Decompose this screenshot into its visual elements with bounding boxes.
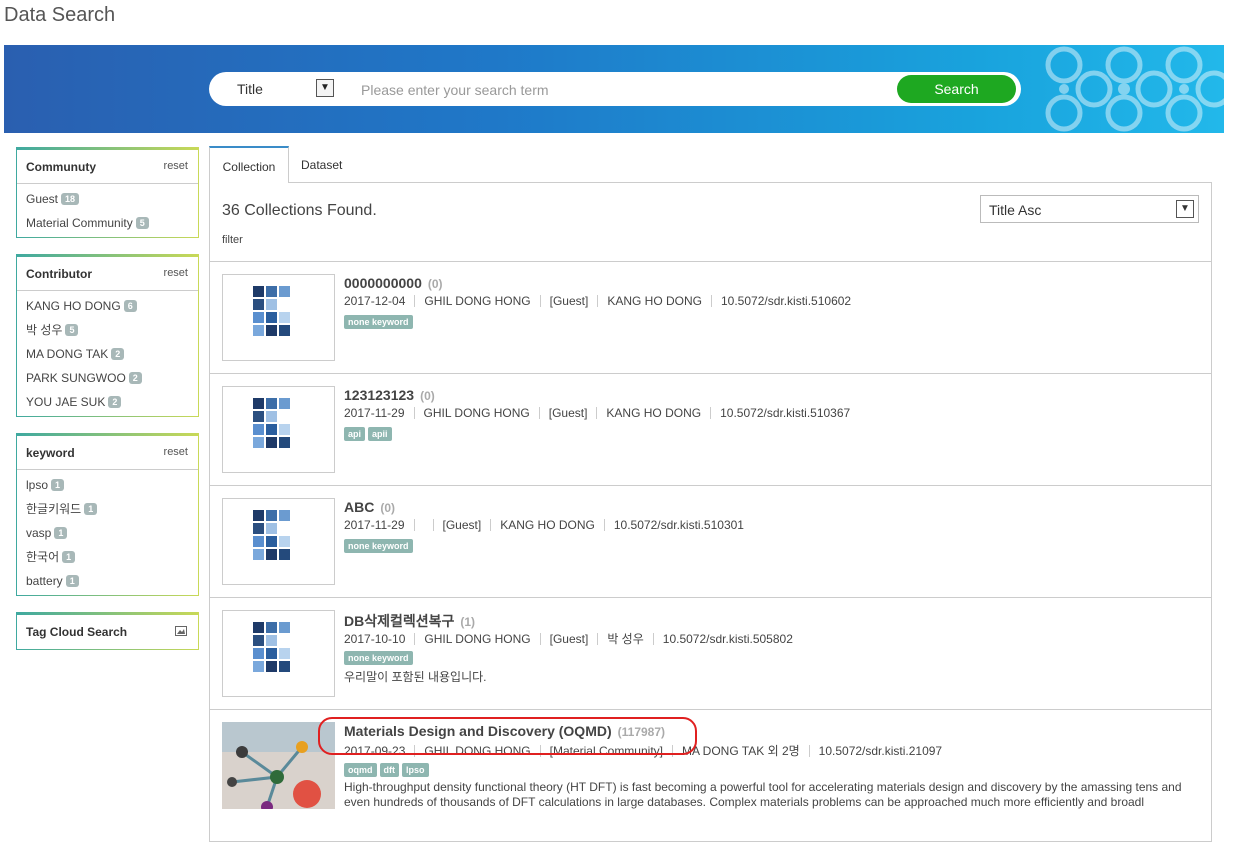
facet-community: Communuty reset Guest 18 Material Communit… <box>16 147 199 238</box>
keyword-tag[interactable]: none keyword <box>344 315 413 329</box>
result-meta: 2017-11-29 GHIL DONG HONG [Guest] KANG HO D… <box>344 406 851 420</box>
result-description: High-throughput density functional theor… <box>344 780 1182 809</box>
decorative-pattern-icon <box>1045 46 1224 132</box>
collection-thumbnail[interactable] <box>222 386 335 473</box>
keyword-tag[interactable]: oqmd <box>344 763 377 777</box>
count-badge: 1 <box>84 503 98 515</box>
facet-title: Contributor <box>26 267 92 281</box>
list-item: DB삭제컬렉션복구 (1) 2017-10-10 GHIL DONG HONG [Gu… <box>210 597 1211 710</box>
search-bar: Title ▼ Search <box>209 72 1021 106</box>
facet-tag-cloud[interactable]: Tag Cloud Search <box>16 612 199 650</box>
result-title[interactable]: Materials Design and Discovery (OQMD) (11… <box>344 723 665 739</box>
results-panel: 36 Collections Found. filter Title Asc ▼… <box>209 182 1212 842</box>
tab-collection[interactable]: Collection <box>209 146 289 183</box>
keyword-tag[interactable]: dft <box>379 763 399 777</box>
facet-item[interactable]: MA DONG TAK 2 <box>17 342 198 366</box>
keyword-tag[interactable]: none keyword <box>344 539 413 553</box>
count-badge: 1 <box>65 575 79 587</box>
list-item: Materials Design and Discovery (OQMD) (11… <box>210 709 1211 822</box>
result-title[interactable]: DB삭제컬렉션복구 (1) <box>344 611 475 631</box>
list-item: 0000000000 (0) 2017-12-04 GHIL DONG HONG [G… <box>210 261 1211 374</box>
view-count: (1) <box>460 615 476 629</box>
facet-item[interactable]: YOU JAE SUK 2 <box>17 390 198 414</box>
facet-item[interactable]: Guest 18 <box>17 187 198 211</box>
view-count: (0) <box>427 277 443 291</box>
molecule-photo-icon <box>222 722 335 809</box>
keyword-tag[interactable]: apii <box>368 427 392 441</box>
tag-list: none keyword <box>344 312 416 330</box>
collection-thumbnail[interactable] <box>222 274 335 361</box>
count-badge: 18 <box>61 193 80 205</box>
facet-item[interactable]: 한글키워드 1 <box>17 497 198 521</box>
count-badge: 6 <box>123 300 137 312</box>
view-count: (117987) <box>617 725 666 739</box>
search-field-select[interactable]: Title <box>237 81 263 97</box>
search-input[interactable] <box>359 78 883 102</box>
tag-list: api apii <box>344 424 395 442</box>
page-title: Data Search <box>4 4 116 26</box>
search-banner: Title ▼ Search <box>4 45 1224 133</box>
collection-thumbnail[interactable] <box>222 498 335 585</box>
result-meta: 2017-12-04 GHIL DONG HONG [Guest] KANG HO D… <box>344 294 852 308</box>
keyword-tag[interactable]: lpso <box>402 763 429 777</box>
count-badge: 1 <box>51 479 65 491</box>
count-badge: 1 <box>62 551 76 563</box>
result-description: 우리말이 포함된 내용입니다. <box>344 670 487 684</box>
collection-thumbnail[interactable] <box>222 722 335 809</box>
result-tabs: Collection Dataset <box>209 146 1212 183</box>
image-icon[interactable] <box>175 626 187 636</box>
keyword-tag[interactable]: api <box>344 427 366 441</box>
chevron-down-icon[interactable]: ▼ <box>316 79 334 97</box>
tab-dataset[interactable]: Dataset <box>301 146 342 183</box>
facet-item[interactable]: Material Community 5 <box>17 211 198 235</box>
facet-item[interactable]: vasp 1 <box>17 521 198 545</box>
facet-item[interactable]: lpso 1 <box>17 473 198 497</box>
tag-list: none keyword <box>344 536 416 554</box>
result-meta: 2017-10-10 GHIL DONG HONG [Guest] 박 성우 10.50… <box>344 632 793 646</box>
reset-link[interactable]: reset <box>164 267 188 279</box>
results-count: 36 Collections Found. <box>222 202 377 219</box>
count-badge: 5 <box>65 324 79 336</box>
result-meta: 2017-09-23 GHIL DONG HONG [Material Commun… <box>344 744 943 758</box>
facet-title: Communuty <box>26 160 96 174</box>
search-button[interactable]: Search <box>897 75 1016 103</box>
count-badge: 5 <box>135 217 149 229</box>
keyword-tag[interactable]: none keyword <box>344 651 413 665</box>
facet-item[interactable]: 박 성우 5 <box>17 318 198 342</box>
result-title[interactable]: ABC (0) <box>344 499 395 515</box>
collection-thumbnail[interactable] <box>222 610 335 697</box>
tag-list: none keyword <box>344 648 416 666</box>
list-item: 123123123 (0) 2017-11-29 GHIL DONG HONG [Gu… <box>210 373 1211 486</box>
facet-keyword: keyword reset lpso 1 한글키워드 1 vasp 1 한국어 1 bat… <box>16 433 199 596</box>
count-badge: 2 <box>128 372 142 384</box>
facet-title: keyword <box>26 446 75 460</box>
tag-list: oqmd dft lpso <box>344 760 432 778</box>
result-title[interactable]: 123123123 (0) <box>344 387 435 403</box>
facet-item[interactable]: battery 1 <box>17 569 198 593</box>
count-badge: 2 <box>111 348 125 360</box>
count-badge: 2 <box>108 396 122 408</box>
filter-label[interactable]: filter <box>222 234 243 246</box>
reset-link[interactable]: reset <box>164 446 188 458</box>
chevron-down-icon: ▼ <box>1176 200 1194 218</box>
facet-item[interactable]: KANG HO DONG 6 <box>17 294 198 318</box>
facet-contributor: Contributor reset KANG HO DONG 6 박 성우 5 MA … <box>16 254 199 417</box>
facet-title: Tag Cloud Search <box>26 625 128 639</box>
view-count: (0) <box>380 501 396 515</box>
facet-item[interactable]: 한국어 1 <box>17 545 198 569</box>
list-item: ABC (0) 2017-11-29 [Guest] KANG HO DONG 10.5… <box>210 485 1211 598</box>
facet-item[interactable]: PARK SUNGWOO 2 <box>17 366 198 390</box>
view-count: (0) <box>420 389 435 403</box>
count-badge: 1 <box>54 527 68 539</box>
result-title[interactable]: 0000000000 (0) <box>344 275 443 291</box>
reset-link[interactable]: reset <box>164 160 188 172</box>
result-meta: 2017-11-29 [Guest] KANG HO DONG 10.5072/sdr… <box>344 518 744 532</box>
sort-select[interactable]: Title Asc ▼ <box>980 195 1199 223</box>
